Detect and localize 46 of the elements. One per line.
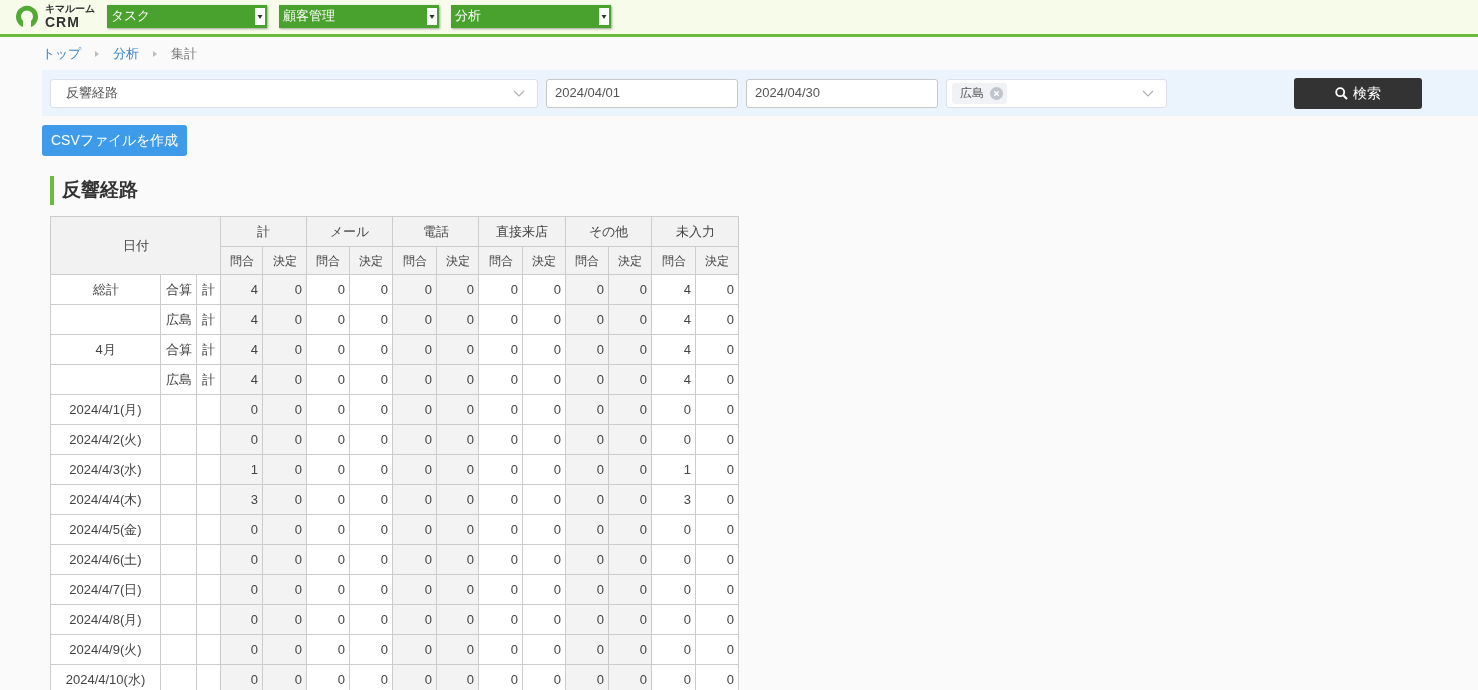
date-input[interactable]: 2024/04/01 — [546, 78, 738, 108]
heading-accent-bar — [50, 176, 54, 205]
breadcrumb-link[interactable]: トップ — [42, 43, 81, 64]
breadcrumb-current: 集計 — [171, 44, 197, 63]
csv-button[interactable]: CSVファイルを作成 — [42, 125, 187, 156]
caret-icon — [427, 7, 437, 25]
column-header: 電話 — [392, 216, 479, 247]
column-header: 未入力 — [651, 216, 739, 247]
table-cell: 2024/4/4(木) — [50, 484, 161, 515]
column-header: メール — [306, 216, 393, 247]
section-title: 反響経路 — [62, 178, 138, 203]
table-cell: 2024/4/3(水) — [50, 454, 161, 485]
logo-text: CRM — [45, 14, 80, 29]
table-cell: 2024/4/8(月) — [50, 604, 161, 635]
caret-icon — [599, 7, 609, 25]
remove-tag-icon[interactable] — [990, 86, 1003, 100]
table-cell: 2024/4/1(月) — [50, 394, 161, 425]
date-input[interactable]: 2024/04/30 — [746, 78, 938, 108]
table-cell: 2024/4/2(火) — [50, 424, 161, 455]
column-header: 日付 — [50, 216, 221, 275]
chevron-down-icon — [1142, 89, 1154, 97]
search-button[interactable]: 検索 — [1294, 77, 1422, 109]
tag-label: 広島 — [960, 85, 984, 102]
chevron-down-icon — [513, 89, 525, 97]
logo-ring-icon — [14, 3, 40, 29]
separator-icon — [95, 50, 99, 57]
logo-caption: キマルーム — [45, 3, 95, 14]
caret-icon — [255, 7, 265, 25]
table-cell: 2024/4/7(日) — [50, 574, 161, 605]
table-cell: 2024/4/10(水) — [50, 664, 161, 690]
table-cell: 2024/4/9(火) — [50, 634, 161, 665]
column-header: 計 — [220, 216, 307, 247]
table-cell: 2024/4/6(土) — [50, 544, 161, 575]
separator-icon — [153, 50, 157, 57]
table-cell: 2024/4/5(金) — [50, 514, 161, 545]
category-select[interactable]: 反響経路 — [50, 78, 538, 108]
breadcrumb-link[interactable]: 分析 — [113, 43, 139, 64]
table-cell: 総計 — [50, 274, 161, 305]
search-icon — [1335, 86, 1348, 100]
table-cell: 4月 — [50, 334, 161, 365]
menu-dropdown[interactable]: 顧客管理 — [279, 4, 439, 28]
menu-dropdown[interactable]: 分析 — [451, 4, 611, 28]
column-header: その他 — [565, 216, 652, 247]
menu-dropdown[interactable]: タスク — [107, 4, 267, 28]
column-header: 直接来店 — [478, 216, 566, 247]
store-multiselect[interactable]: 広島 — [946, 78, 1167, 108]
